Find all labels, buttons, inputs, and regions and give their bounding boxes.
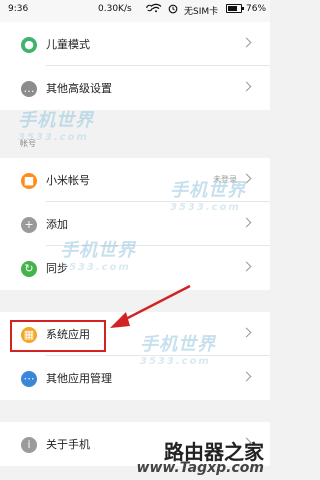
kids-mode-icon: ● xyxy=(21,37,37,53)
chevron-right-icon xyxy=(241,261,252,272)
chevron-right-icon xyxy=(241,217,252,228)
sim-status: 无SIM卡 xyxy=(184,7,219,17)
kids-mode-label: 儿童模式 xyxy=(46,38,90,51)
status-time: 9:36 xyxy=(8,4,29,14)
add-icon: + xyxy=(21,217,37,233)
status-bar: 9:36 0.30K/s 无SIM卡 76% xyxy=(0,0,270,18)
chevron-right-icon xyxy=(241,327,252,338)
about-phone-icon: i xyxy=(21,437,37,453)
sync-icon: ↻ xyxy=(21,261,37,277)
battery-level xyxy=(228,6,237,11)
settings-row-advanced[interactable]: … 其他高级设置 xyxy=(0,66,270,110)
about-phone-label: 关于手机 xyxy=(46,438,90,451)
highlight-box xyxy=(10,320,106,352)
wifi-icon xyxy=(150,3,162,13)
mi-account-icon: ■ xyxy=(21,173,37,189)
site-watermark: 路由器之家 www.Tagxp.com xyxy=(136,440,264,476)
settings-row-kids-mode[interactable]: ● 儿童模式 xyxy=(0,22,270,66)
battery-icon xyxy=(226,4,244,13)
battery-percent: 76% xyxy=(246,4,267,14)
more-options-icon: … xyxy=(21,81,37,97)
other-apps-icon: ⋯ xyxy=(21,371,37,387)
chevron-right-icon xyxy=(241,81,252,92)
chevron-right-icon xyxy=(241,37,252,48)
network-speed: 0.30K/s xyxy=(98,4,132,14)
watermark-brand: 手机世界 3533.com xyxy=(170,180,246,213)
alarm-icon xyxy=(168,4,178,14)
add-label: 添加 xyxy=(46,218,68,231)
annotation-arrow xyxy=(110,284,191,328)
chevron-right-icon xyxy=(241,371,252,382)
watermark-brand: 手机世界 3533.com xyxy=(60,240,136,273)
other-apps-label: 其他应用管理 xyxy=(46,372,112,385)
mi-account-label: 小米帐号 xyxy=(46,174,90,187)
watermark-brand: 手机世界 3533.com xyxy=(18,110,94,143)
advanced-settings-label: 其他高级设置 xyxy=(46,82,112,95)
settings-row-other-apps[interactable]: ⋯ 其他应用管理 xyxy=(0,356,270,400)
